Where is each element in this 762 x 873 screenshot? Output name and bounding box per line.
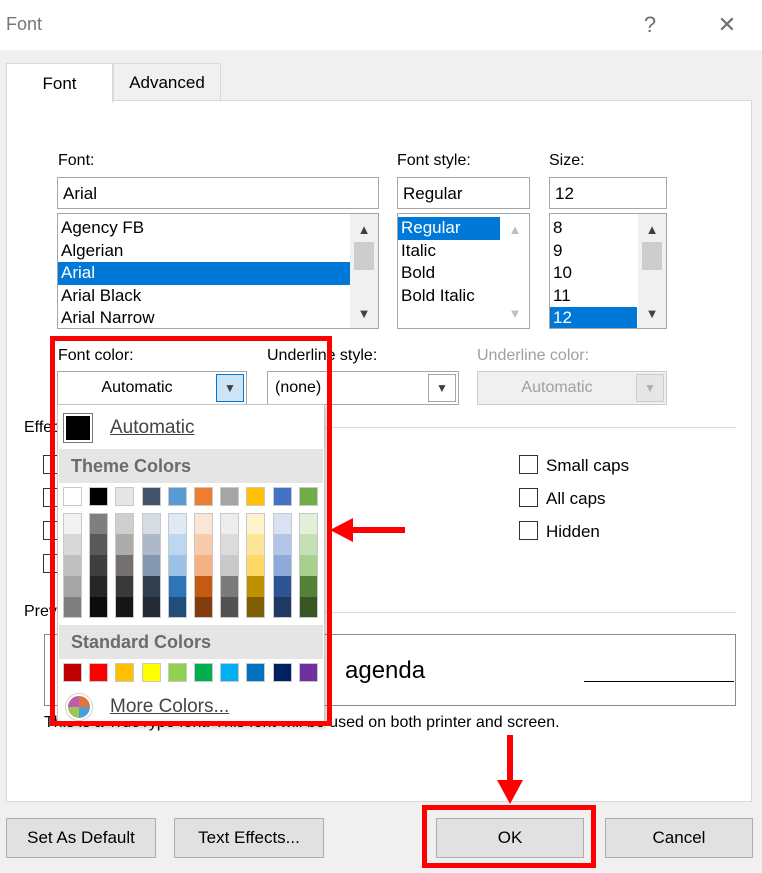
small-caps-checkbox[interactable] bbox=[519, 455, 538, 474]
font-style-scrollbar[interactable]: ▲ ▼ bbox=[501, 214, 529, 328]
size-input[interactable]: 12 bbox=[549, 177, 667, 209]
underline-color-label: Underline color: bbox=[477, 347, 590, 364]
list-item[interactable]: 10 bbox=[550, 262, 637, 285]
all-caps-checkbox[interactable] bbox=[519, 488, 538, 507]
font-name-input[interactable]: Arial bbox=[57, 177, 379, 209]
list-item[interactable]: 8 bbox=[550, 217, 637, 240]
list-item[interactable]: Regular bbox=[398, 217, 500, 240]
scroll-down-icon[interactable]: ▼ bbox=[638, 302, 666, 324]
list-item[interactable]: Agency FB bbox=[58, 217, 350, 240]
tab-font-label: Font bbox=[42, 73, 77, 93]
size-list-scrollbar[interactable]: ▲ ▼ bbox=[638, 214, 666, 328]
small-caps-label: Small caps bbox=[546, 456, 630, 475]
scroll-thumb[interactable] bbox=[642, 242, 662, 270]
list-item[interactable]: Italic bbox=[398, 240, 500, 263]
list-item[interactable]: 11 bbox=[550, 285, 637, 308]
underline-color-value: Automatic bbox=[521, 379, 593, 396]
dialog-title: Font bbox=[6, 14, 43, 34]
highlight-ok-box bbox=[422, 805, 596, 868]
list-item[interactable]: Bold bbox=[398, 262, 500, 285]
list-item[interactable]: Arial Black bbox=[58, 285, 350, 308]
list-item[interactable]: Algerian bbox=[58, 240, 350, 263]
font-style-label: Font style: bbox=[397, 152, 471, 169]
list-item[interactable]: 12 bbox=[550, 307, 637, 328]
chevron-down-icon: ▼ bbox=[636, 374, 664, 402]
highlight-font-color-box bbox=[50, 336, 332, 726]
font-style-input[interactable]: Regular bbox=[397, 177, 530, 209]
preview-sample-text: agenda bbox=[345, 657, 426, 684]
scroll-down-icon[interactable]: ▼ bbox=[350, 302, 378, 324]
size-list[interactable]: 8 9 10 11 12 ▲ ▼ bbox=[549, 213, 667, 329]
text-effects-button[interactable]: Text Effects... bbox=[174, 818, 324, 858]
scroll-up-icon[interactable]: ▲ bbox=[501, 218, 529, 240]
scroll-up-icon[interactable]: ▲ bbox=[638, 218, 666, 240]
all-caps-label: All caps bbox=[546, 489, 606, 508]
preview-divider bbox=[325, 612, 736, 613]
hidden-checkbox[interactable] bbox=[519, 521, 538, 540]
tab-advanced[interactable]: Advanced bbox=[113, 63, 221, 101]
chevron-down-icon[interactable]: ▼ bbox=[428, 374, 456, 402]
list-item[interactable]: Bold Italic bbox=[398, 285, 500, 308]
preview-baseline bbox=[584, 681, 734, 682]
hidden-label: Hidden bbox=[546, 522, 600, 541]
tab-advanced-label: Advanced bbox=[129, 72, 205, 92]
close-button[interactable]: ✕ bbox=[705, 8, 749, 42]
font-label: Font: bbox=[58, 152, 95, 169]
underline-color-dropdown[interactable]: Automatic ▼ bbox=[477, 371, 667, 405]
arrow-left-icon bbox=[330, 518, 405, 542]
scroll-down-icon[interactable]: ▼ bbox=[501, 302, 529, 324]
font-list[interactable]: Agency FB Algerian Arial Arial Black Ari… bbox=[57, 213, 379, 329]
effects-divider bbox=[325, 427, 736, 428]
list-item[interactable]: Arial Narrow bbox=[58, 307, 350, 328]
size-label: Size: bbox=[549, 152, 585, 169]
font-list-scrollbar[interactable]: ▲ ▼ bbox=[350, 214, 378, 328]
cancel-button[interactable]: Cancel bbox=[605, 818, 753, 858]
tab-font[interactable]: Font bbox=[6, 63, 113, 103]
scroll-up-icon[interactable]: ▲ bbox=[350, 218, 378, 240]
list-item[interactable]: 9 bbox=[550, 240, 637, 263]
font-style-list[interactable]: Regular Italic Bold Bold Italic ▲ ▼ bbox=[397, 213, 530, 329]
arrow-down-icon bbox=[497, 735, 523, 804]
help-button[interactable]: ? bbox=[628, 8, 672, 42]
list-item[interactable]: Arial bbox=[58, 262, 350, 285]
set-as-default-button[interactable]: Set As Default bbox=[6, 818, 156, 858]
scroll-thumb[interactable] bbox=[354, 242, 374, 270]
